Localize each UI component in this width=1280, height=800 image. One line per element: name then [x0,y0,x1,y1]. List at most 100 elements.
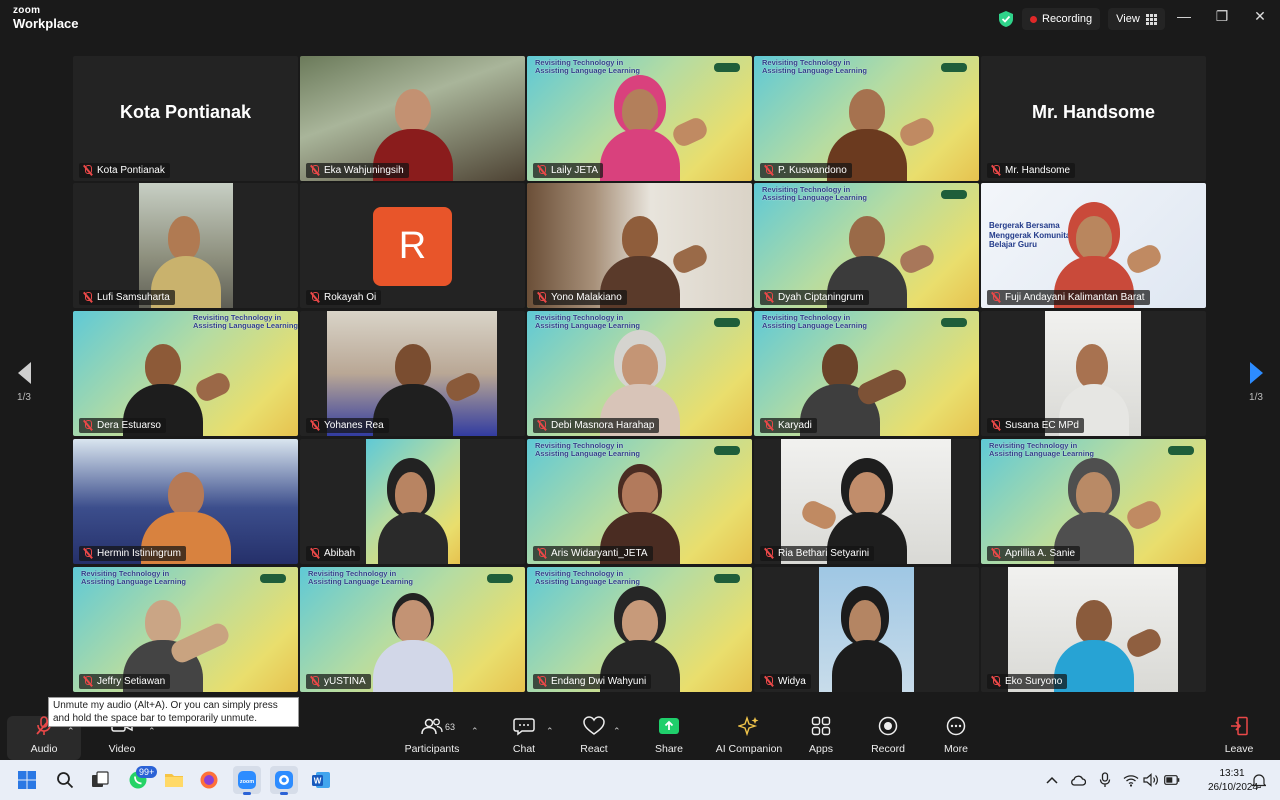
page-indicator-left: 1/3 [17,392,31,403]
participant-tile[interactable]: Revisiting Technology in Assisting Langu… [527,311,752,436]
participant-tile[interactable]: Mr. Handsome Mr. Handsome [981,56,1206,181]
microphone-icon[interactable] [1097,772,1113,788]
participant-name-label: Dera Estuarso [79,418,166,433]
page-indicator-right: 1/3 [1249,392,1263,403]
participant-tile[interactable]: Hermin Istiningrum [73,439,298,564]
participant-name-label: Yono Malakiano [533,290,627,305]
participant-tile[interactable]: Ria Bethari Setyarini [754,439,979,564]
participant-name-label: Eko Suryono [987,674,1068,689]
participant-tile[interactable]: Revisiting Technology in Assisting Langu… [73,567,298,692]
participant-avatar: R [373,207,452,286]
next-page-button[interactable]: 1/3 [1244,362,1268,403]
meeting-status-group: Recording View [996,7,1165,31]
react-button[interactable]: React [576,712,612,760]
active-speaker-tile[interactable]: Yono Malakiano [527,183,752,308]
previous-page-button[interactable]: 1/3 [12,362,36,403]
audio-options-caret-icon[interactable]: ⌃ [67,726,75,737]
share-button[interactable]: Share [650,712,688,760]
mic-muted-icon [536,548,547,559]
participant-name-label: Mr. Handsome [987,163,1076,178]
view-button[interactable]: View [1108,8,1165,30]
participant-tile[interactable]: Revisiting Technology in Assisting Langu… [73,311,298,436]
record-button[interactable]: Record [868,712,908,760]
participant-name-label: Karyadi [760,418,817,433]
participant-tile[interactable]: Revisiting Technology in Assisting Langu… [527,56,752,181]
participant-name-label: Aprillia A. Sanie [987,546,1081,561]
participant-tile[interactable]: Bergerak Bersama Menggerak Komunitas Bel… [981,183,1206,308]
mic-muted-icon [82,676,93,687]
battery-icon[interactable] [1164,772,1180,788]
close-window-icon[interactable]: ✕ [1248,8,1272,25]
participant-name-label: Yohanes Rea [306,418,389,433]
video-options-caret-icon[interactable]: ⌃ [148,726,156,737]
react-options-caret-icon[interactable]: ⌃ [613,726,621,737]
search-icon[interactable] [51,766,79,794]
participant-name-label: Ria Bethari Setyarini [760,546,875,561]
mic-muted-icon [82,292,93,303]
firefox-icon[interactable] [195,766,223,794]
notification-bell-icon[interactable] [1251,772,1267,788]
mic-muted-icon [536,420,547,431]
svg-text:W: W [314,777,322,786]
zoom-app-icon[interactable]: zoom [233,766,261,795]
word-icon[interactable]: W [307,766,335,794]
logo-workplace-text: Workplace [13,16,79,31]
participant-tile[interactable]: Eko Suryono [981,567,1206,692]
participant-tile[interactable]: Revisiting Technology in Assisting Langu… [754,311,979,436]
leave-door-icon [1228,715,1250,737]
file-explorer-icon[interactable] [160,766,188,794]
mic-muted-icon [309,420,320,431]
ai-companion-button[interactable]: AI Companion [712,712,786,760]
participant-tile[interactable]: R Rokayah Oi [300,183,525,308]
participants-button[interactable]: Participants [400,712,464,760]
more-button[interactable]: More [938,712,974,760]
apps-button[interactable]: Apps [804,712,838,760]
participant-tile[interactable]: Lufi Samsuharta [73,183,298,308]
participant-tile[interactable]: Susana EC MPd [981,311,1206,436]
participant-tile[interactable]: Revisiting Technology in Assisting Langu… [754,56,979,181]
clock-time: 13:31 [1219,768,1245,779]
participant-name-label: yUSTINA [306,674,371,689]
participants-options-caret-icon[interactable]: ⌃ [471,726,479,737]
participant-name-label: P. Kuswandono [760,163,852,178]
participant-tile[interactable]: Revisiting Technology in Assisting Langu… [754,183,979,308]
participant-tile[interactable]: Kota Pontianak Kota Pontianak [73,56,298,181]
audio-label: Audio [30,743,58,755]
participant-name-label: Fuji Andayani Kalimantan Barat [987,290,1150,305]
cloud-sync-icon[interactable] [1070,772,1086,788]
participant-tile[interactable]: Revisiting Technology in Assisting Langu… [981,439,1206,564]
svg-text:zoom: zoom [240,779,254,785]
ai-sparkle-icon [738,715,760,737]
leave-button[interactable]: Leave [1222,712,1256,760]
windows-taskbar: 99+ zoom W 13:31 26/10/2024 [0,760,1280,800]
participant-tile[interactable]: Abibah [300,439,525,564]
apps-label: Apps [809,743,833,755]
wifi-icon[interactable] [1123,772,1139,788]
windows-start-icon[interactable] [13,766,41,794]
zoom-meeting-app-icon[interactable] [270,766,298,795]
participant-tile[interactable]: Yohanes Rea [300,311,525,436]
recording-indicator[interactable]: Recording [1022,8,1101,30]
participant-tile[interactable]: Revisiting Technology in Assisting Langu… [300,567,525,692]
volume-icon[interactable] [1143,772,1159,788]
participant-tile[interactable]: Revisiting Technology in Assisting Langu… [527,567,752,692]
mic-muted-icon [763,292,774,303]
participant-tile[interactable]: Widya [754,567,979,692]
restore-window-icon[interactable]: ❐ [1210,8,1234,25]
apps-icon [810,715,832,737]
title-bar: zoom Workplace Recording View — ❐ ✕ [0,0,1280,38]
participant-video [831,592,902,692]
participant-name-label: Debi Masnora Harahap [533,418,660,433]
task-view-icon[interactable] [86,766,114,794]
chat-button[interactable]: Chat [506,712,542,760]
participant-tile[interactable]: Revisiting Technology in Assisting Langu… [527,439,752,564]
chat-options-caret-icon[interactable]: ⌃ [546,726,554,737]
minimize-window-icon[interactable]: — [1172,8,1196,24]
encryption-shield-icon[interactable] [996,9,1016,29]
system-clock[interactable]: 13:31 26/10/2024 [1208,767,1259,795]
recording-dot-icon [1030,15,1037,23]
chevron-up-icon[interactable] [1044,772,1060,788]
clock-date: 26/10/2024 [1208,782,1259,793]
participant-name-label: Dyah Ciptaningrum [760,290,869,305]
participant-tile[interactable]: Eka Wahjuningsih [300,56,525,181]
